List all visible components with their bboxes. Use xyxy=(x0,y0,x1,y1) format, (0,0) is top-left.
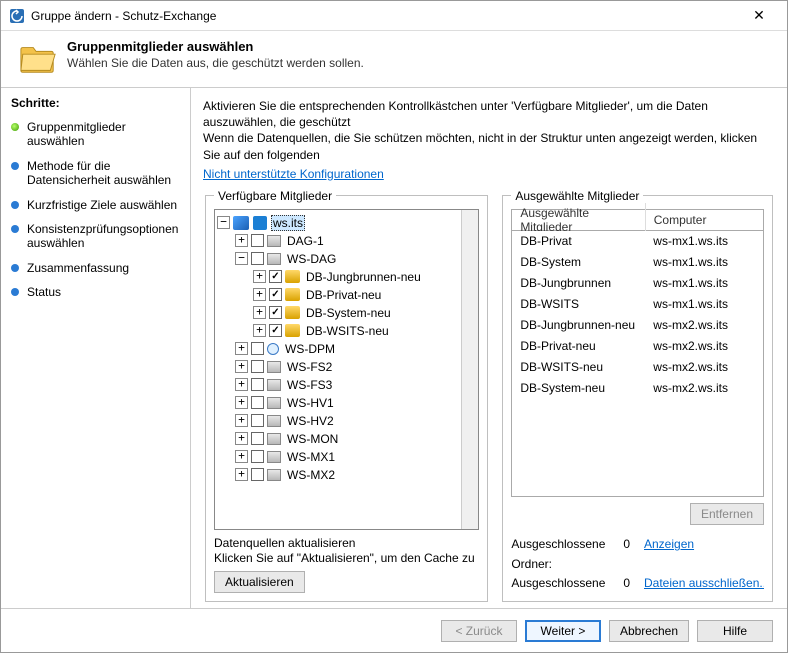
available-members-group: Verfügbare Mitglieder −ws.its +DAG-1 −WS… xyxy=(205,189,488,602)
instruction-line-1: Aktivieren Sie die entsprechenden Kontro… xyxy=(203,98,775,130)
wizard-header: Gruppenmitglieder auswählen Wählen Sie d… xyxy=(1,31,787,87)
tree-db-jungbrunnen-neu[interactable]: +DB-Jungbrunnen-neu xyxy=(217,268,476,286)
excluded-folders-label: Ausgeschlossene Ordner: xyxy=(511,535,616,573)
excluded-section: Ausgeschlossene Ordner: 0 Anzeigen Ausge… xyxy=(511,535,764,593)
refresh-sub: Klicken Sie auf "Aktualisieren", um den … xyxy=(214,551,479,567)
tree-ws-hv2[interactable]: +WS-HV2 xyxy=(217,412,476,430)
step-summary[interactable]: Zusammenfassung xyxy=(11,261,180,275)
excluded-folders-count: 0 xyxy=(616,535,644,573)
tree-ws-fs3[interactable]: +WS-FS3 xyxy=(217,376,476,394)
wizard-footer: < Zurück Weiter > Abbrechen Hilfe xyxy=(1,608,787,652)
excluded-files-label: Ausgeschlossene xyxy=(511,574,616,593)
table-row[interactable]: DB-WSITS-neuws-mx2.ws.its xyxy=(512,357,763,378)
step-consistency[interactable]: Konsistenzprüfungsoptionen auswählen xyxy=(11,222,180,251)
selected-members-group: Ausgewählte Mitglieder Ausgewählte Mitgl… xyxy=(502,189,773,602)
cancel-button[interactable]: Abbrechen xyxy=(609,620,689,642)
table-row[interactable]: DB-System-neuws-mx2.ws.its xyxy=(512,378,763,399)
show-excluded-folders-link[interactable]: Anzeigen xyxy=(644,535,764,573)
table-header[interactable]: Ausgewählte Mitglieder Computer xyxy=(511,209,764,231)
table-row[interactable]: DB-Privat-neuws-mx2.ws.its xyxy=(512,336,763,357)
table-row[interactable]: DB-Privatws-mx1.ws.its xyxy=(512,231,763,252)
tree-db-system-neu[interactable]: +DB-System-neu xyxy=(217,304,476,322)
main-pane: Aktivieren Sie die entsprechenden Kontro… xyxy=(191,88,787,608)
back-button[interactable]: < Zurück xyxy=(441,620,517,642)
unsupported-config-link[interactable]: Nicht unterstützte Konfigurationen xyxy=(203,167,775,181)
tree-ws-fs2[interactable]: +WS-FS2 xyxy=(217,358,476,376)
tree-ws-mx2[interactable]: +WS-MX2 xyxy=(217,466,476,484)
selected-legend: Ausgewählte Mitglieder xyxy=(511,189,643,203)
tree-ws-mx1[interactable]: +WS-MX1 xyxy=(217,448,476,466)
step-status[interactable]: Status xyxy=(11,285,180,299)
step-select-members[interactable]: Gruppenmitglieder auswählen xyxy=(11,120,180,149)
tree-view[interactable]: −ws.its +DAG-1 −WS-DAG +DB-Jungbrunnen-n… xyxy=(214,209,479,530)
step-method[interactable]: Methode für die Datensicherheit auswähle… xyxy=(11,159,180,188)
tree-ws-dpm[interactable]: +WS-DPM xyxy=(217,340,476,358)
exclude-files-link[interactable]: Dateien ausschließen... xyxy=(644,574,764,593)
instruction-line-2: Wenn die Datenquellen, die Sie schützen … xyxy=(203,130,775,162)
help-button[interactable]: Hilfe xyxy=(697,620,773,642)
table-body[interactable]: DB-Privatws-mx1.ws.itsDB-Systemws-mx1.ws… xyxy=(511,231,764,498)
table-row[interactable]: DB-Systemws-mx1.ws.its xyxy=(512,252,763,273)
table-row[interactable]: DB-Jungbrunnenws-mx1.ws.its xyxy=(512,273,763,294)
next-button[interactable]: Weiter > xyxy=(525,620,601,642)
window-title: Gruppe ändern - Schutz-Exchange xyxy=(31,9,739,23)
remove-button[interactable]: Entfernen xyxy=(690,503,764,525)
steps-title: Schritte: xyxy=(11,96,180,110)
table-row[interactable]: DB-WSITSws-mx1.ws.its xyxy=(512,294,763,315)
table-row[interactable]: DB-Jungbrunnen-neuws-mx2.ws.its xyxy=(512,315,763,336)
folder-icon xyxy=(19,41,57,75)
excluded-files-count: 0 xyxy=(616,574,644,593)
col-computer[interactable]: Computer xyxy=(646,210,763,230)
dialog-window: Gruppe ändern - Schutz-Exchange ✕ Gruppe… xyxy=(0,0,788,653)
refresh-section: Datenquellen aktualisieren Klicken Sie a… xyxy=(214,536,479,593)
step-short-term[interactable]: Kurzfristige Ziele auswählen xyxy=(11,198,180,212)
header-sub: Wählen Sie die Daten aus, die geschützt … xyxy=(67,56,364,70)
close-icon[interactable]: ✕ xyxy=(739,7,779,24)
app-icon xyxy=(9,8,25,24)
tree-db-wsits-neu[interactable]: +DB-WSITS-neu xyxy=(217,322,476,340)
tree-dag1[interactable]: +DAG-1 xyxy=(217,232,476,250)
tree-wsdag[interactable]: −WS-DAG xyxy=(217,250,476,268)
steps-pane: Schritte: Gruppenmitglieder auswählen Me… xyxy=(1,88,191,608)
refresh-button[interactable]: Aktualisieren xyxy=(214,571,305,593)
header-heading: Gruppenmitglieder auswählen xyxy=(67,39,253,54)
tree-root[interactable]: −ws.its xyxy=(217,214,476,232)
tree-ws-hv1[interactable]: +WS-HV1 xyxy=(217,394,476,412)
titlebar: Gruppe ändern - Schutz-Exchange ✕ xyxy=(1,1,787,31)
header-text: Gruppenmitglieder auswählen Wählen Sie d… xyxy=(67,39,364,70)
tree-ws-mon[interactable]: +WS-MON xyxy=(217,430,476,448)
refresh-heading: Datenquellen aktualisieren xyxy=(214,536,479,552)
tree-db-privat-neu[interactable]: +DB-Privat-neu xyxy=(217,286,476,304)
available-legend: Verfügbare Mitglieder xyxy=(214,189,336,203)
